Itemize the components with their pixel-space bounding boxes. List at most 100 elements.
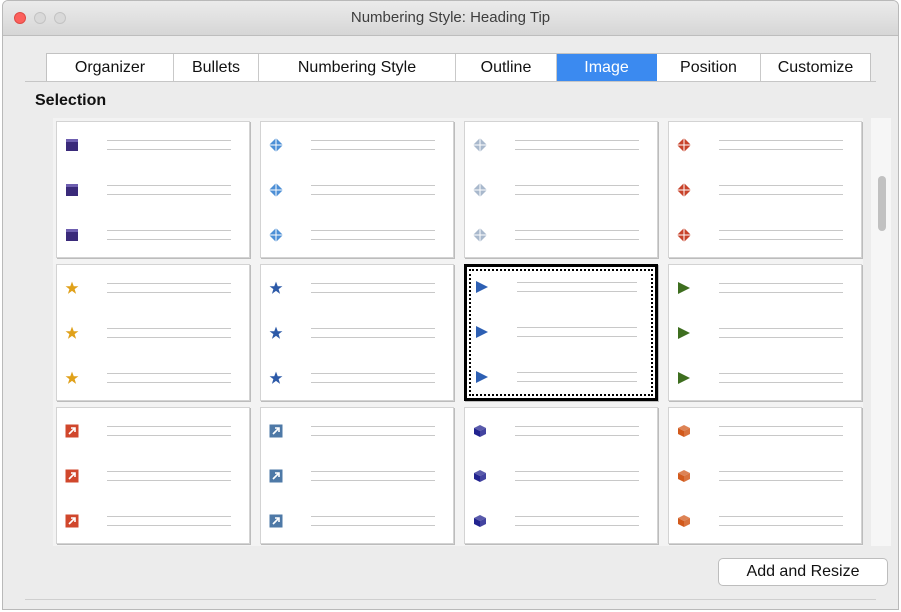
gray-diamond-icon <box>473 228 487 242</box>
bullet-style-option[interactable] <box>260 121 454 258</box>
preview-text-line <box>719 328 843 338</box>
orange-cube-icon <box>677 469 691 483</box>
preview-text-line <box>107 140 231 150</box>
preview-text-line <box>107 516 231 526</box>
tab-customize[interactable]: Customize <box>761 54 870 81</box>
bullet-style-option[interactable] <box>464 264 658 401</box>
selection-label: Selection <box>35 92 107 109</box>
preview-text-line <box>517 372 637 382</box>
preview-row <box>57 138 249 152</box>
purple-square-icon <box>65 183 79 197</box>
preview-text-line <box>719 185 843 195</box>
preview-text-line <box>107 373 231 383</box>
preview-row <box>669 514 861 528</box>
bullet-style-option[interactable] <box>464 121 658 258</box>
preview-row <box>669 469 861 483</box>
blue-triangle-icon <box>475 370 489 384</box>
navy-cube-icon <box>473 514 487 528</box>
green-triangle-icon <box>677 326 691 340</box>
bullet-style-option[interactable] <box>56 121 250 258</box>
preview-text-line <box>719 140 843 150</box>
preview-row <box>57 326 249 340</box>
bullet-style-option[interactable] <box>668 121 862 258</box>
blue-triangle-icon <box>475 280 489 294</box>
preview-row <box>465 138 657 152</box>
bullet-style-option[interactable] <box>56 264 250 401</box>
preview-text-line <box>515 140 639 150</box>
preview-text-line <box>311 230 435 240</box>
preview-text-line <box>107 328 231 338</box>
preview-row <box>669 326 861 340</box>
preview-row <box>57 469 249 483</box>
preview-row <box>669 424 861 438</box>
purple-square-icon <box>65 228 79 242</box>
preview-row <box>57 281 249 295</box>
tab-bullets[interactable]: Bullets <box>174 54 259 81</box>
bullet-style-option[interactable] <box>260 264 454 401</box>
red-diamond-icon <box>677 138 691 152</box>
bullet-image-gallery <box>53 118 863 546</box>
preview-row <box>261 326 453 340</box>
preview-row <box>669 281 861 295</box>
preview-row <box>261 281 453 295</box>
bullet-style-option[interactable] <box>56 407 250 544</box>
tab-numbering-style[interactable]: Numbering Style <box>259 54 456 81</box>
preview-text-line <box>311 283 435 293</box>
red-arrow-box-icon <box>65 514 79 528</box>
preview-text-line <box>107 230 231 240</box>
preview-text-line <box>107 426 231 436</box>
preview-row <box>467 325 655 339</box>
tab-panel-border <box>25 81 876 82</box>
blue-star-icon <box>269 281 283 295</box>
title-bar[interactable]: Numbering Style: Heading Tip <box>3 1 898 36</box>
preview-text-line <box>515 516 639 526</box>
preview-text-line <box>517 282 637 292</box>
bullet-style-option[interactable] <box>464 407 658 544</box>
tab-image[interactable]: Image <box>557 54 657 81</box>
tab-position[interactable]: Position <box>657 54 761 81</box>
preview-row <box>261 514 453 528</box>
gray-diamond-icon <box>473 183 487 197</box>
tab-outline[interactable]: Outline <box>456 54 557 81</box>
preview-row <box>57 183 249 197</box>
preview-row <box>57 371 249 385</box>
preview-text-line <box>719 373 843 383</box>
preview-row <box>57 424 249 438</box>
preview-row <box>261 228 453 242</box>
bullet-style-option[interactable] <box>260 407 454 544</box>
preview-text-line <box>719 426 843 436</box>
preview-text-line <box>515 185 639 195</box>
blue-star-icon <box>269 326 283 340</box>
orange-cube-icon <box>677 514 691 528</box>
preview-row <box>467 370 655 384</box>
bullet-style-option[interactable] <box>668 264 862 401</box>
tab-organizer[interactable]: Organizer <box>47 54 174 81</box>
preview-row <box>465 514 657 528</box>
preview-row <box>465 424 657 438</box>
preview-row <box>669 138 861 152</box>
purple-square-icon <box>65 138 79 152</box>
preview-row <box>261 424 453 438</box>
add-and-resize-button[interactable]: Add and Resize <box>718 558 888 586</box>
blue-triangle-icon <box>475 325 489 339</box>
blue-star-icon <box>269 371 283 385</box>
gold-star-icon <box>65 281 79 295</box>
navy-cube-icon <box>473 424 487 438</box>
preview-text-line <box>719 230 843 240</box>
preview-text-line <box>311 471 435 481</box>
preview-text-line <box>311 373 435 383</box>
gallery-scrollbar-thumb[interactable] <box>878 176 886 231</box>
gold-star-icon <box>65 326 79 340</box>
blue-arrow-box-icon <box>269 514 283 528</box>
gold-star-icon <box>65 371 79 385</box>
dialog-bottom-divider <box>25 599 876 600</box>
preview-row <box>57 228 249 242</box>
bullet-style-option[interactable] <box>668 407 862 544</box>
orange-cube-icon <box>677 424 691 438</box>
preview-row <box>669 371 861 385</box>
blue-diamond-icon <box>269 228 283 242</box>
preview-row <box>467 280 655 294</box>
green-triangle-icon <box>677 281 691 295</box>
preview-row <box>669 228 861 242</box>
tab-bar: Organizer Bullets Numbering Style Outlin… <box>46 53 871 81</box>
